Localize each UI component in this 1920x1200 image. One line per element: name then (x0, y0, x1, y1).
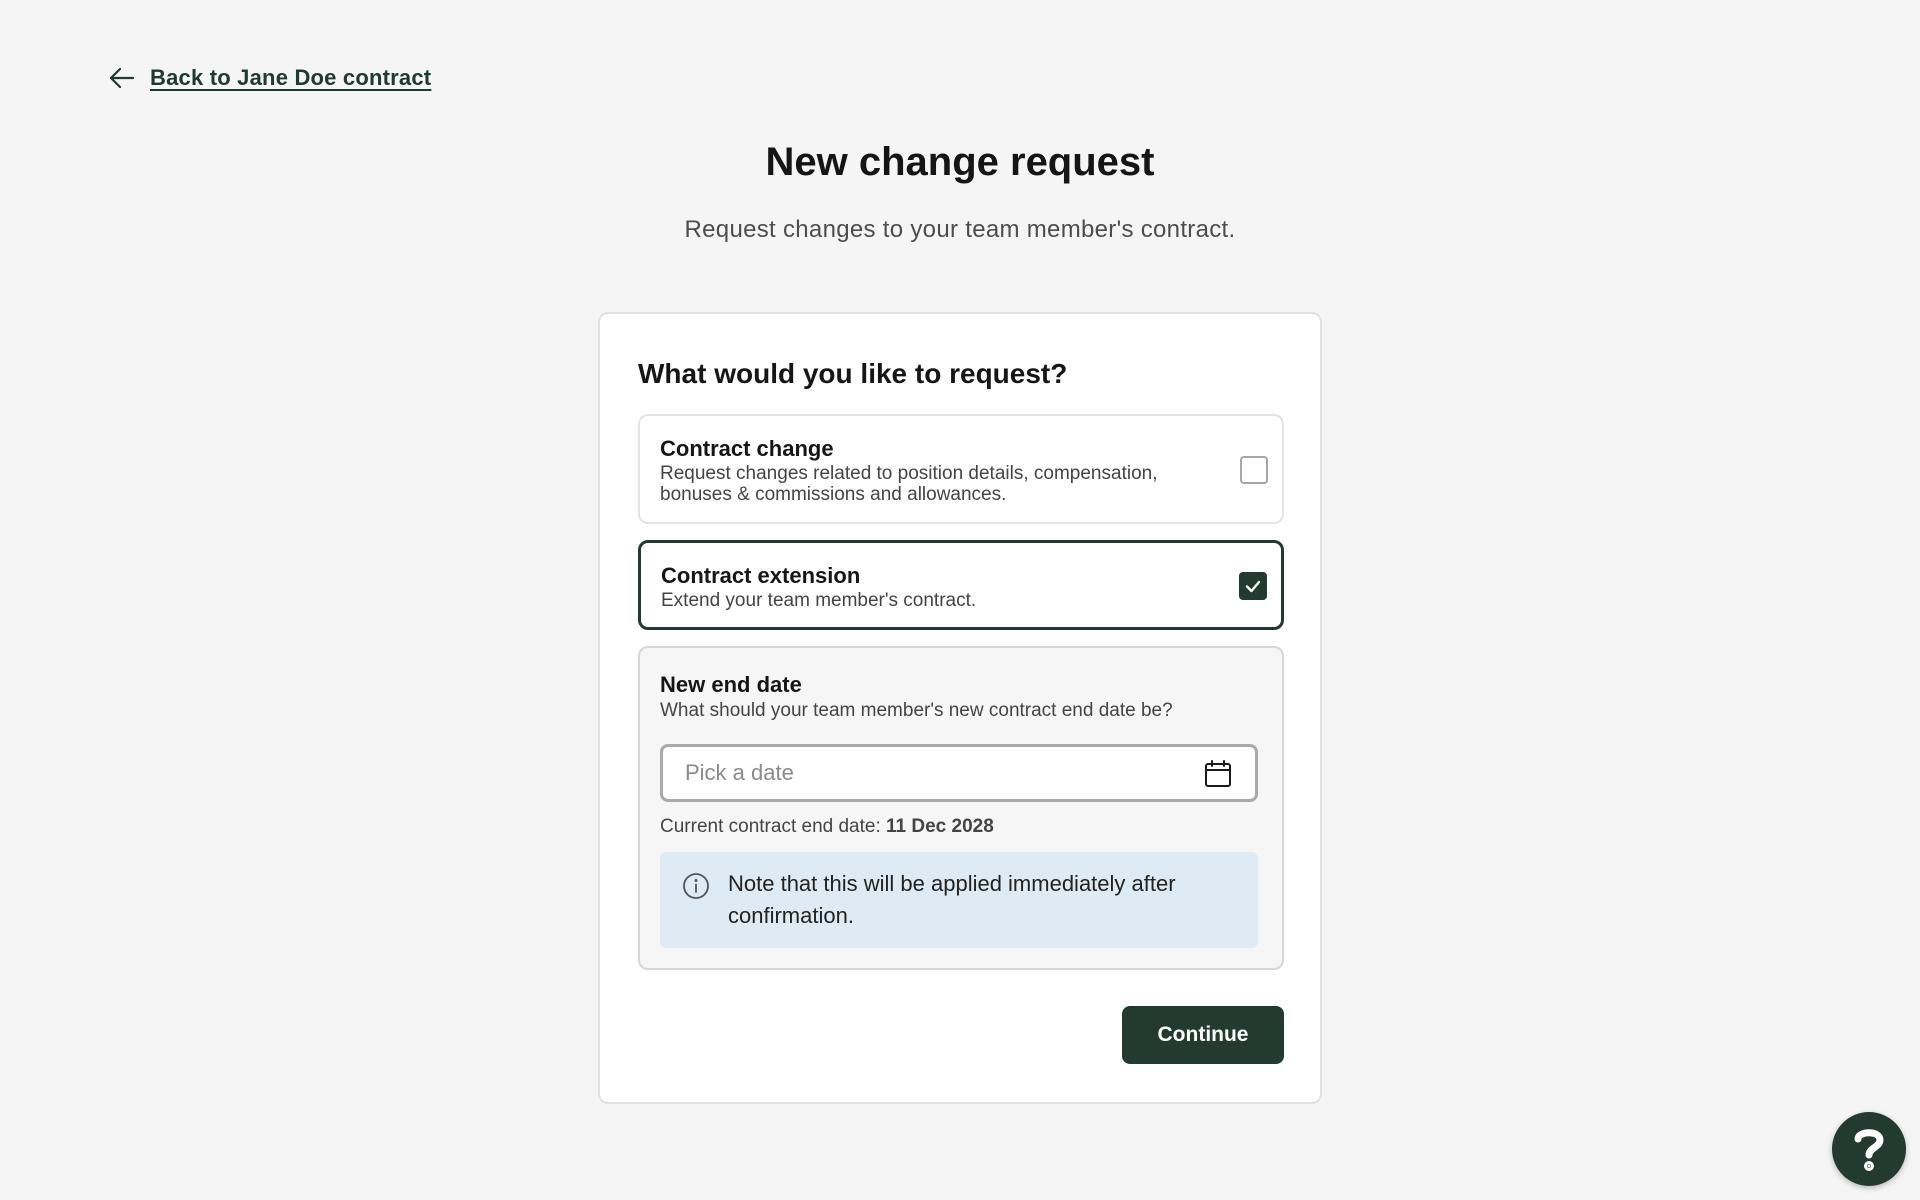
end-date-panel: New end date What should your team membe… (638, 646, 1284, 970)
request-question: What would you like to request? (638, 358, 1068, 389)
end-date-title: New end date (660, 672, 802, 697)
help-button[interactable] (1832, 1112, 1906, 1186)
current-end-date-value: 11 Dec 2028 (886, 816, 994, 837)
request-card: What would you like to request? Contract… (598, 312, 1322, 1104)
page-title: New change request (765, 140, 1155, 184)
back-link[interactable]: Back to Jane Doe contract (108, 64, 431, 92)
calendar-icon[interactable] (1203, 759, 1233, 789)
option-title: Contract extension (661, 563, 861, 588)
end-date-input[interactable] (663, 747, 1255, 799)
option-contract-extension[interactable]: Contract extension Extend your team memb… (638, 540, 1284, 630)
page-subtitle: Request changes to your team member's co… (684, 216, 1236, 243)
continue-button[interactable]: Continue (1122, 1006, 1284, 1064)
note-text: Note that this will be applied immediate… (728, 871, 1176, 928)
arrow-left-icon (109, 67, 135, 89)
back-link-label: Back to Jane Doe contract (150, 65, 432, 90)
date-picker (660, 744, 1258, 802)
end-date-description: What should your team member's new contr… (660, 700, 1173, 721)
contract-extension-checkbox[interactable] (1239, 572, 1267, 600)
question-mark-icon (1854, 1129, 1884, 1171)
info-note: Note that this will be applied immediate… (660, 852, 1258, 948)
option-title: Contract change (660, 436, 834, 461)
checkmark-icon (1245, 580, 1261, 593)
contract-change-checkbox[interactable] (1240, 456, 1268, 484)
page: Back to Jane Doe contract New change req… (0, 0, 1920, 1200)
current-end-date-label: Current contract end date: (660, 816, 881, 837)
current-end-date: Current contract end date: 11 Dec 2028 (660, 816, 994, 838)
option-contract-change[interactable]: Contract change Request changes related … (638, 414, 1284, 524)
option-description: Request changes related to position deta… (660, 463, 1158, 505)
option-description: Extend your team member's contract. (661, 590, 977, 611)
info-icon (683, 873, 709, 899)
